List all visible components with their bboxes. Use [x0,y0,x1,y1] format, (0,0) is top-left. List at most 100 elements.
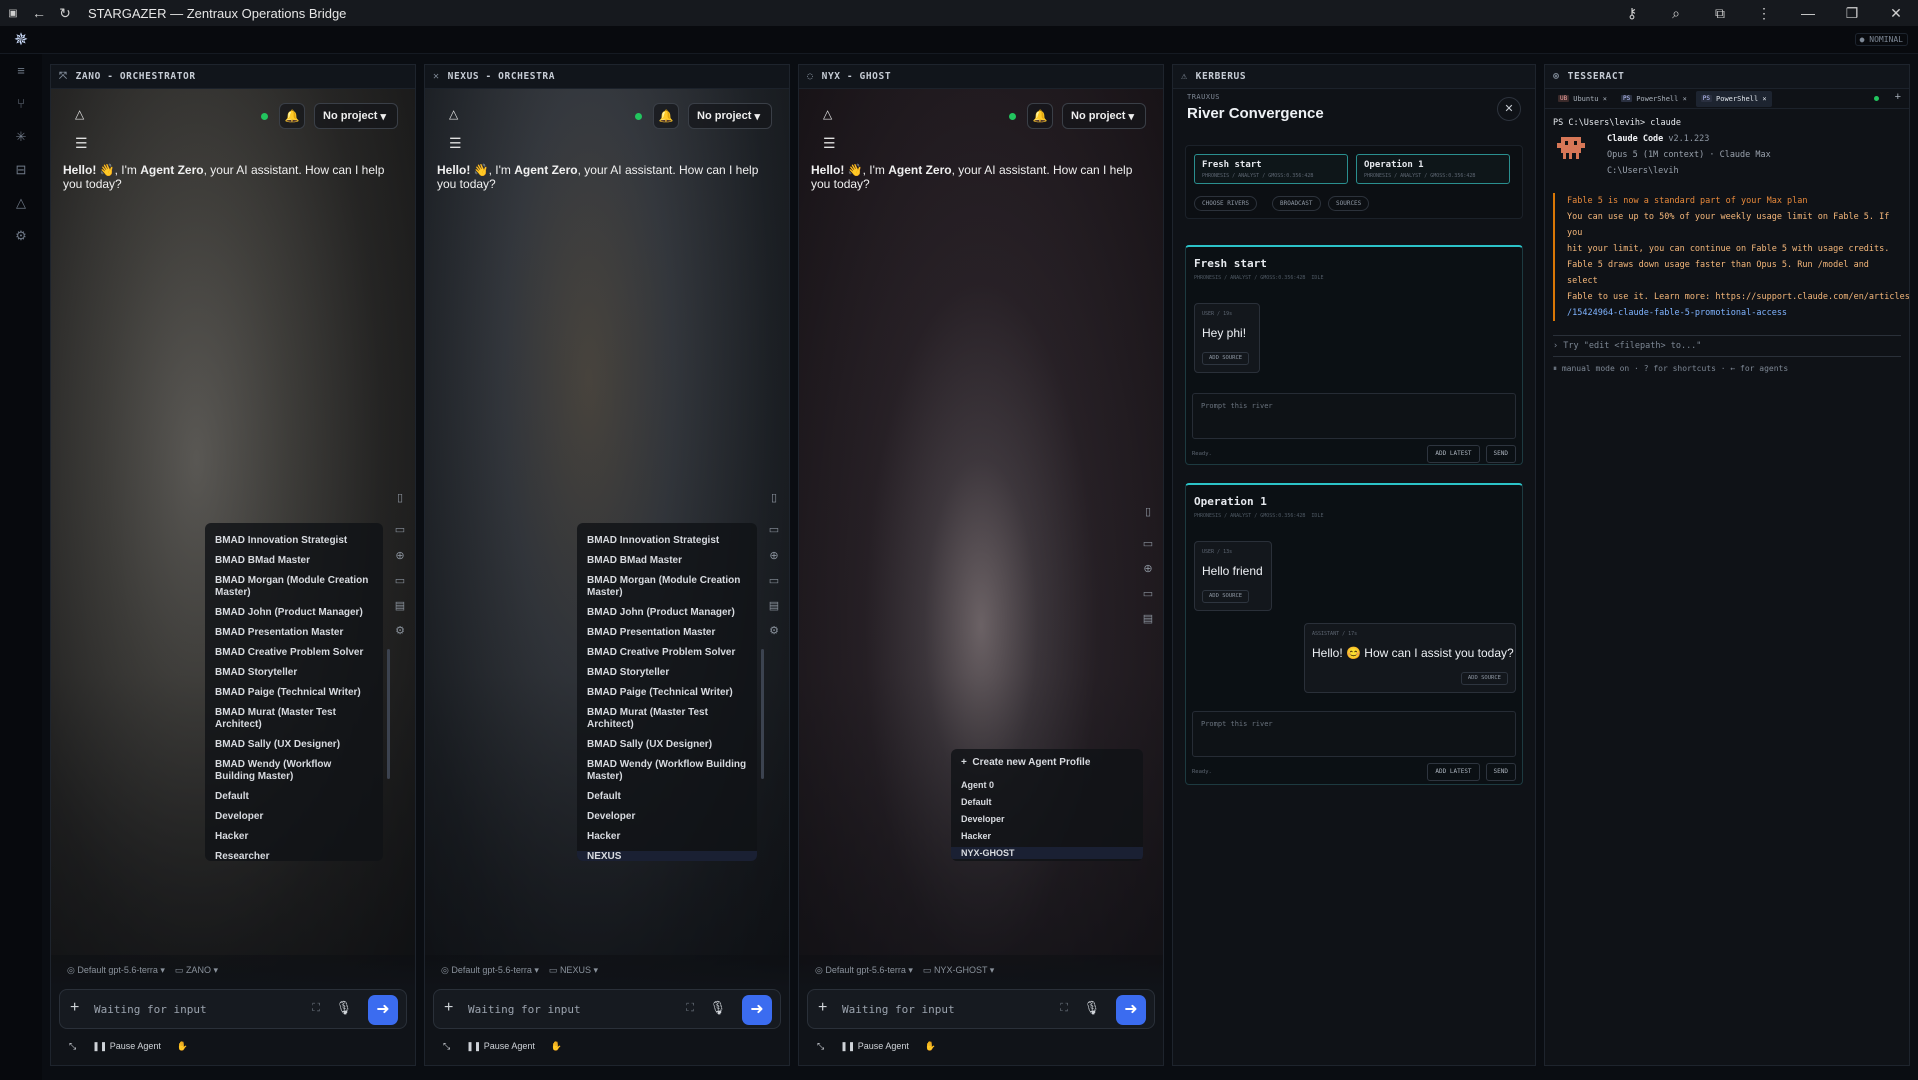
profile-item[interactable]: BMAD Presentation Master [577,627,757,639]
hand-icon[interactable]: ✋ [551,1041,562,1052]
folder-icon[interactable]: ▭ [765,521,783,539]
profile-item[interactable]: BMAD Paige (Technical Writer) [205,687,383,699]
notes-icon[interactable]: ▤ [1139,610,1157,628]
chat-input[interactable]: + Waiting for input ⛶ 🎙 ➜ [433,989,781,1029]
new-tab-button[interactable]: + [1895,91,1901,103]
chat-input[interactable]: + Waiting for input ⛶ 🎙 ➜ [59,989,407,1029]
monitor-icon[interactable]: ▭ [1139,585,1157,603]
river-prompt-input[interactable]: Prompt this river [1192,393,1516,439]
sidebar-toggle-icon[interactable]: ▯ [1139,503,1157,521]
settings-icon[interactable]: ⚙ [765,622,783,640]
pause-button[interactable]: ❚❚ Pause Agent [466,1041,535,1052]
model-select[interactable]: ◎ Default gpt-5.6-terra ▾ ▭ NYX-GHOST ▾ [815,965,994,976]
notice-link[interactable]: /15424964-claude-fable-5-promotional-acc… [1567,305,1901,321]
add-latest-button[interactable]: ADD LATEST [1427,763,1480,781]
profile-item[interactable]: BMAD Innovation Strategist [577,535,757,547]
profile-item[interactable]: Agent 0 [951,779,1143,791]
project-select[interactable]: No project ▾ [688,103,772,129]
restore-button[interactable]: ❐ [1830,0,1874,26]
profile-item[interactable]: BMAD Sally (UX Designer) [205,739,383,751]
hamburger-icon[interactable]: ☰ [823,135,836,152]
reload-button[interactable]: ↻ [52,0,78,26]
attach-icon[interactable]: + [818,999,827,1017]
create-profile-button[interactable]: + Create new Agent Profile [951,757,1143,769]
mic-icon[interactable]: 🎙 [709,1000,726,1016]
sources-button[interactable]: SOURCES [1328,196,1370,211]
profile-item[interactable]: Hacker [577,831,757,843]
tab-powershell[interactable]: PS PowerShell × [1616,91,1692,107]
back-button[interactable]: ← [26,0,52,26]
attach-icon[interactable]: + [70,999,79,1017]
close-icon[interactable]: ✕ [1497,97,1521,121]
hand-icon[interactable]: ✋ [925,1041,936,1052]
mic-icon[interactable]: 🎙 [335,1000,352,1016]
profile-item[interactable]: BMAD Storyteller [205,667,383,679]
profile-item[interactable]: BMAD John (Product Manager) [205,607,383,619]
profile-item[interactable]: Hacker [951,830,1143,842]
profile-item[interactable]: BMAD BMad Master [205,555,383,567]
add-source-button[interactable]: ADD SOURCE [1202,590,1250,603]
profile-item[interactable]: BMAD BMad Master [577,555,757,567]
notes-icon[interactable]: ▤ [391,597,409,615]
send-button[interactable]: SEND [1485,445,1516,463]
project-select[interactable]: No project ▾ [314,103,398,129]
notice-link[interactable]: Fable to use it. Learn more: https://sup… [1567,289,1909,305]
collapse-icon[interactable]: ⤡ [817,1041,824,1052]
globe-icon[interactable]: ⊕ [765,547,783,565]
profile-item[interactable]: BMAD Morgan (Module Creation Master) [577,575,757,599]
profile-item[interactable]: BMAD Creative Problem Solver [205,647,383,659]
notes-icon[interactable]: ▤ [765,597,783,615]
chat-input[interactable]: + Waiting for input ⛶ 🎙 ➜ [807,989,1155,1029]
expand-icon[interactable]: ⛶ [686,1002,694,1015]
send-button[interactable]: ➜ [1116,995,1146,1025]
stargazer-logo-icon[interactable]: ✵ [10,29,32,51]
globe-icon[interactable]: ⊕ [1139,560,1157,578]
add-source-button[interactable]: ADD SOURCE [1460,672,1508,685]
collapse-icon[interactable]: ⤡ [443,1041,450,1052]
profile-item[interactable]: Default [951,796,1143,808]
river-prompt-input[interactable]: Prompt this river [1192,711,1516,757]
profile-item[interactable]: BMAD Creative Problem Solver [577,647,757,659]
profile-item[interactable]: Developer [205,811,383,823]
add-source-button[interactable]: ADD SOURCE [1202,352,1250,365]
scrollbar[interactable] [387,649,390,779]
hamburger-icon[interactable]: ☰ [449,135,462,152]
river-chip-operation-1[interactable]: Operation 1 PHRONESIS / ANALYST / GMOSS:0… [1356,154,1510,184]
expand-icon[interactable]: ⛶ [1060,1002,1068,1015]
profile-item[interactable]: NEXUS [577,851,757,861]
key-icon[interactable]: ⚷ [1610,0,1654,26]
profile-item[interactable]: BMAD Murat (Master Test Architect) [577,707,757,731]
bell-icon[interactable]: 🔔 [653,103,679,129]
choose-rivers-button[interactable]: CHOOSE RIVERS [1194,196,1257,211]
profile-item[interactable]: BMAD John (Product Manager) [577,607,757,619]
more-icon[interactable]: ⋮ [1742,0,1786,26]
settings-icon[interactable]: ⚙ [391,622,409,640]
profile-item[interactable]: BMAD Paige (Technical Writer) [577,687,757,699]
send-button[interactable]: ➜ [742,995,772,1025]
hamburger-icon[interactable]: ☰ [75,135,88,152]
rail-archive-icon[interactable]: ⊟ [0,153,42,186]
profile-item[interactable]: BMAD Wendy (Workflow Building Master) [205,759,383,783]
pause-button[interactable]: ❚❚ Pause Agent [92,1041,161,1052]
river-chip-fresh-start[interactable]: Fresh start PHRONESIS / ANALYST / GMOSS:0… [1194,154,1348,184]
profile-item[interactable]: BMAD Presentation Master [205,627,383,639]
add-latest-button[interactable]: ADD LATEST [1427,445,1480,463]
model-select[interactable]: ◎ Default gpt-5.6-terra ▾ ▭ NEXUS ▾ [441,965,598,976]
bell-icon[interactable]: 🔔 [1027,103,1053,129]
folder-icon[interactable]: ▭ [1139,535,1157,553]
profile-item[interactable]: Developer [577,811,757,823]
rail-spark-icon[interactable]: ✳ [0,120,42,153]
profile-item[interactable]: BMAD Murat (Master Test Architect) [205,707,383,731]
rail-settings-icon[interactable]: ⚙ [0,219,42,252]
mic-icon[interactable]: 🎙 [1083,1000,1100,1016]
scrollbar[interactable] [761,649,764,779]
expand-icon[interactable]: ⛶ [312,1002,320,1015]
monitor-icon[interactable]: ▭ [391,572,409,590]
zoom-icon[interactable]: ⌕ [1654,0,1698,26]
close-button[interactable]: ✕ [1874,0,1918,26]
collapse-icon[interactable]: ⤡ [69,1041,76,1052]
send-button[interactable]: SEND [1485,763,1516,781]
profile-item[interactable]: BMAD Sally (UX Designer) [577,739,757,751]
profile-item[interactable]: BMAD Innovation Strategist [205,535,383,547]
minimize-button[interactable]: — [1786,0,1830,26]
